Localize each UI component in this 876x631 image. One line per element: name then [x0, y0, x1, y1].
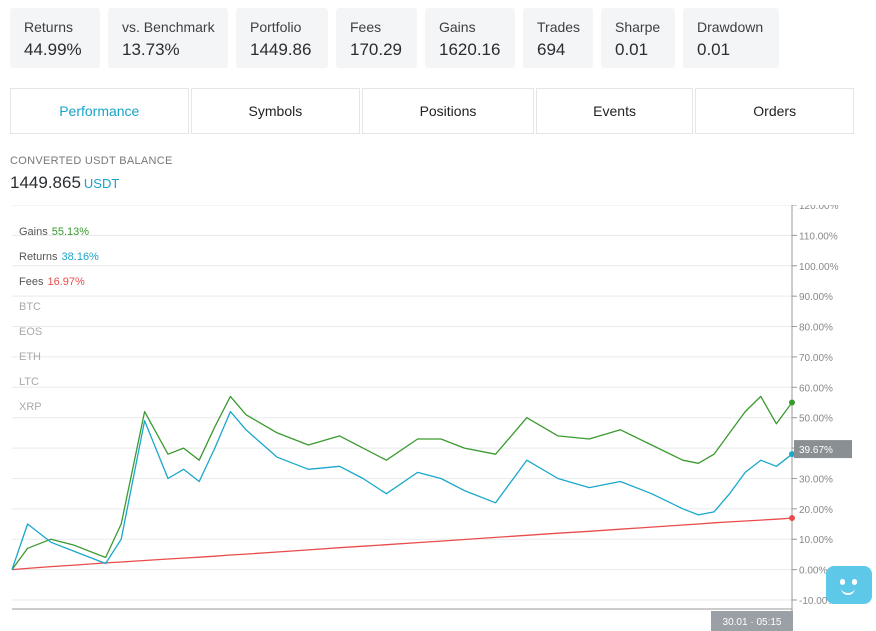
stat-label: Returns — [24, 19, 74, 35]
y-tick-label: 70.00% — [799, 353, 833, 364]
bot-eye-icon — [840, 579, 845, 585]
legend-item-fees[interactable]: Fees 16.97% — [19, 270, 99, 295]
series-line-returns — [11, 410, 793, 570]
legend-value-fees: 16.97% — [47, 276, 85, 288]
time-label: 30.01 · 05:15 — [723, 617, 782, 628]
y-tick-label: 50.00% — [799, 414, 833, 425]
stat-gains: Gains 1620.16 — [425, 8, 515, 68]
stat-label: Fees — [350, 19, 382, 35]
legend-label: XRP — [19, 401, 42, 413]
stat-label: Sharpe — [615, 19, 661, 35]
y-tick-label: 10.00% — [799, 535, 833, 546]
legend-item-returns[interactable]: Returns 38.16% — [19, 245, 99, 270]
legend-item-eth[interactable]: ETH — [19, 345, 99, 370]
y-tick-label: 110.00% — [799, 231, 838, 242]
stat-fees: Fees 170.29 — [336, 8, 417, 68]
stat-label: Portfolio — [250, 19, 302, 35]
tab-positions[interactable]: Positions — [362, 88, 534, 134]
performance-chart[interactable]: 120.00% 110.00% 100.00% 90.00% 80.00% 70.00% 6… — [0, 205, 876, 631]
legend-item-gains[interactable]: Gains 55.13% — [19, 220, 99, 245]
legend-item-xrp[interactable]: XRP — [19, 395, 99, 420]
bot-smile-icon — [841, 588, 855, 595]
stat-value: 0.01 — [615, 40, 649, 59]
tab-performance[interactable]: Performance — [10, 88, 189, 134]
y-tick-label: 80.00% — [799, 323, 833, 334]
stat-sharpe: Sharpe 0.01 — [601, 8, 675, 68]
chart-legend: Gains 55.13% Returns 38.16% Fees 16.97% … — [19, 220, 99, 420]
stat-value: 0.01 — [697, 40, 731, 59]
stat-value: 170.29 — [350, 40, 402, 59]
chat-bot-button[interactable] — [826, 566, 872, 604]
series-end-point-gains — [789, 399, 795, 406]
tab-orders[interactable]: Orders — [695, 88, 855, 134]
tab-events[interactable]: Events — [535, 88, 694, 134]
stat-label: vs. Benchmark — [122, 19, 215, 35]
legend-label: ETH — [19, 351, 41, 363]
tab-bar: Performance Symbols Positions Events Ord… — [10, 88, 855, 134]
stat-label: Trades — [537, 19, 581, 35]
legend-item-btc[interactable]: BTC — [19, 295, 99, 320]
legend-label: EOS — [19, 326, 43, 338]
y-tick-label: 0.00% — [799, 566, 827, 577]
legend-item-ltc[interactable]: LTC — [19, 370, 99, 395]
balance-value: 1449.865 — [10, 173, 81, 192]
legend-label: Gains — [19, 226, 48, 238]
stat-returns: Returns 44.99% — [10, 8, 100, 68]
balance-currency: USDT — [83, 176, 120, 191]
stat-value: 1620.16 — [439, 40, 501, 59]
stat-value: 44.99% — [24, 40, 82, 59]
y-tick-label: 60.00% — [799, 383, 833, 394]
stat-value: 694 — [537, 40, 566, 59]
series-end-point-fees — [789, 515, 795, 522]
stat-drawdown: Drawdown 0.01 — [683, 8, 779, 68]
stats-bar: Returns 44.99% vs. Benchmark 13.73% Port… — [10, 8, 779, 68]
series-line-fees — [11, 517, 793, 571]
tab-symbols[interactable]: Symbols — [190, 88, 361, 134]
stat-vs-benchmark: vs. Benchmark 13.73% — [108, 8, 228, 68]
legend-label: BTC — [19, 301, 41, 313]
legend-label: Fees — [19, 276, 44, 288]
legend-value-gains: 55.13% — [51, 226, 90, 238]
legend-item-eos[interactable]: EOS — [19, 320, 99, 345]
stat-label: Drawdown — [697, 19, 764, 35]
y-tick-label: 30.00% — [799, 474, 833, 485]
stat-trades: Trades 694 — [523, 8, 593, 68]
balance-value-row: 1449.865 USDT — [10, 173, 119, 193]
bot-eye-icon — [852, 579, 857, 585]
y-tick-label: 100.00% — [799, 262, 839, 273]
y-tick-label: 90.00% — [799, 292, 833, 303]
legend-label: Returns — [19, 251, 58, 263]
stat-value: 13.73% — [122, 40, 180, 59]
crosshair-value-label: 39.67% — [799, 445, 833, 456]
balance-label: CONVERTED USDT BALANCE — [10, 155, 173, 167]
stat-value: 1449.86 — [250, 40, 312, 59]
stat-label: Gains — [439, 19, 476, 35]
y-tick-label: 20.00% — [799, 505, 833, 516]
stat-portfolio: Portfolio 1449.86 — [236, 8, 328, 68]
legend-value-returns: 38.16% — [61, 251, 99, 263]
y-tick-label: 120.00% — [799, 205, 839, 212]
legend-label: LTC — [19, 376, 39, 388]
